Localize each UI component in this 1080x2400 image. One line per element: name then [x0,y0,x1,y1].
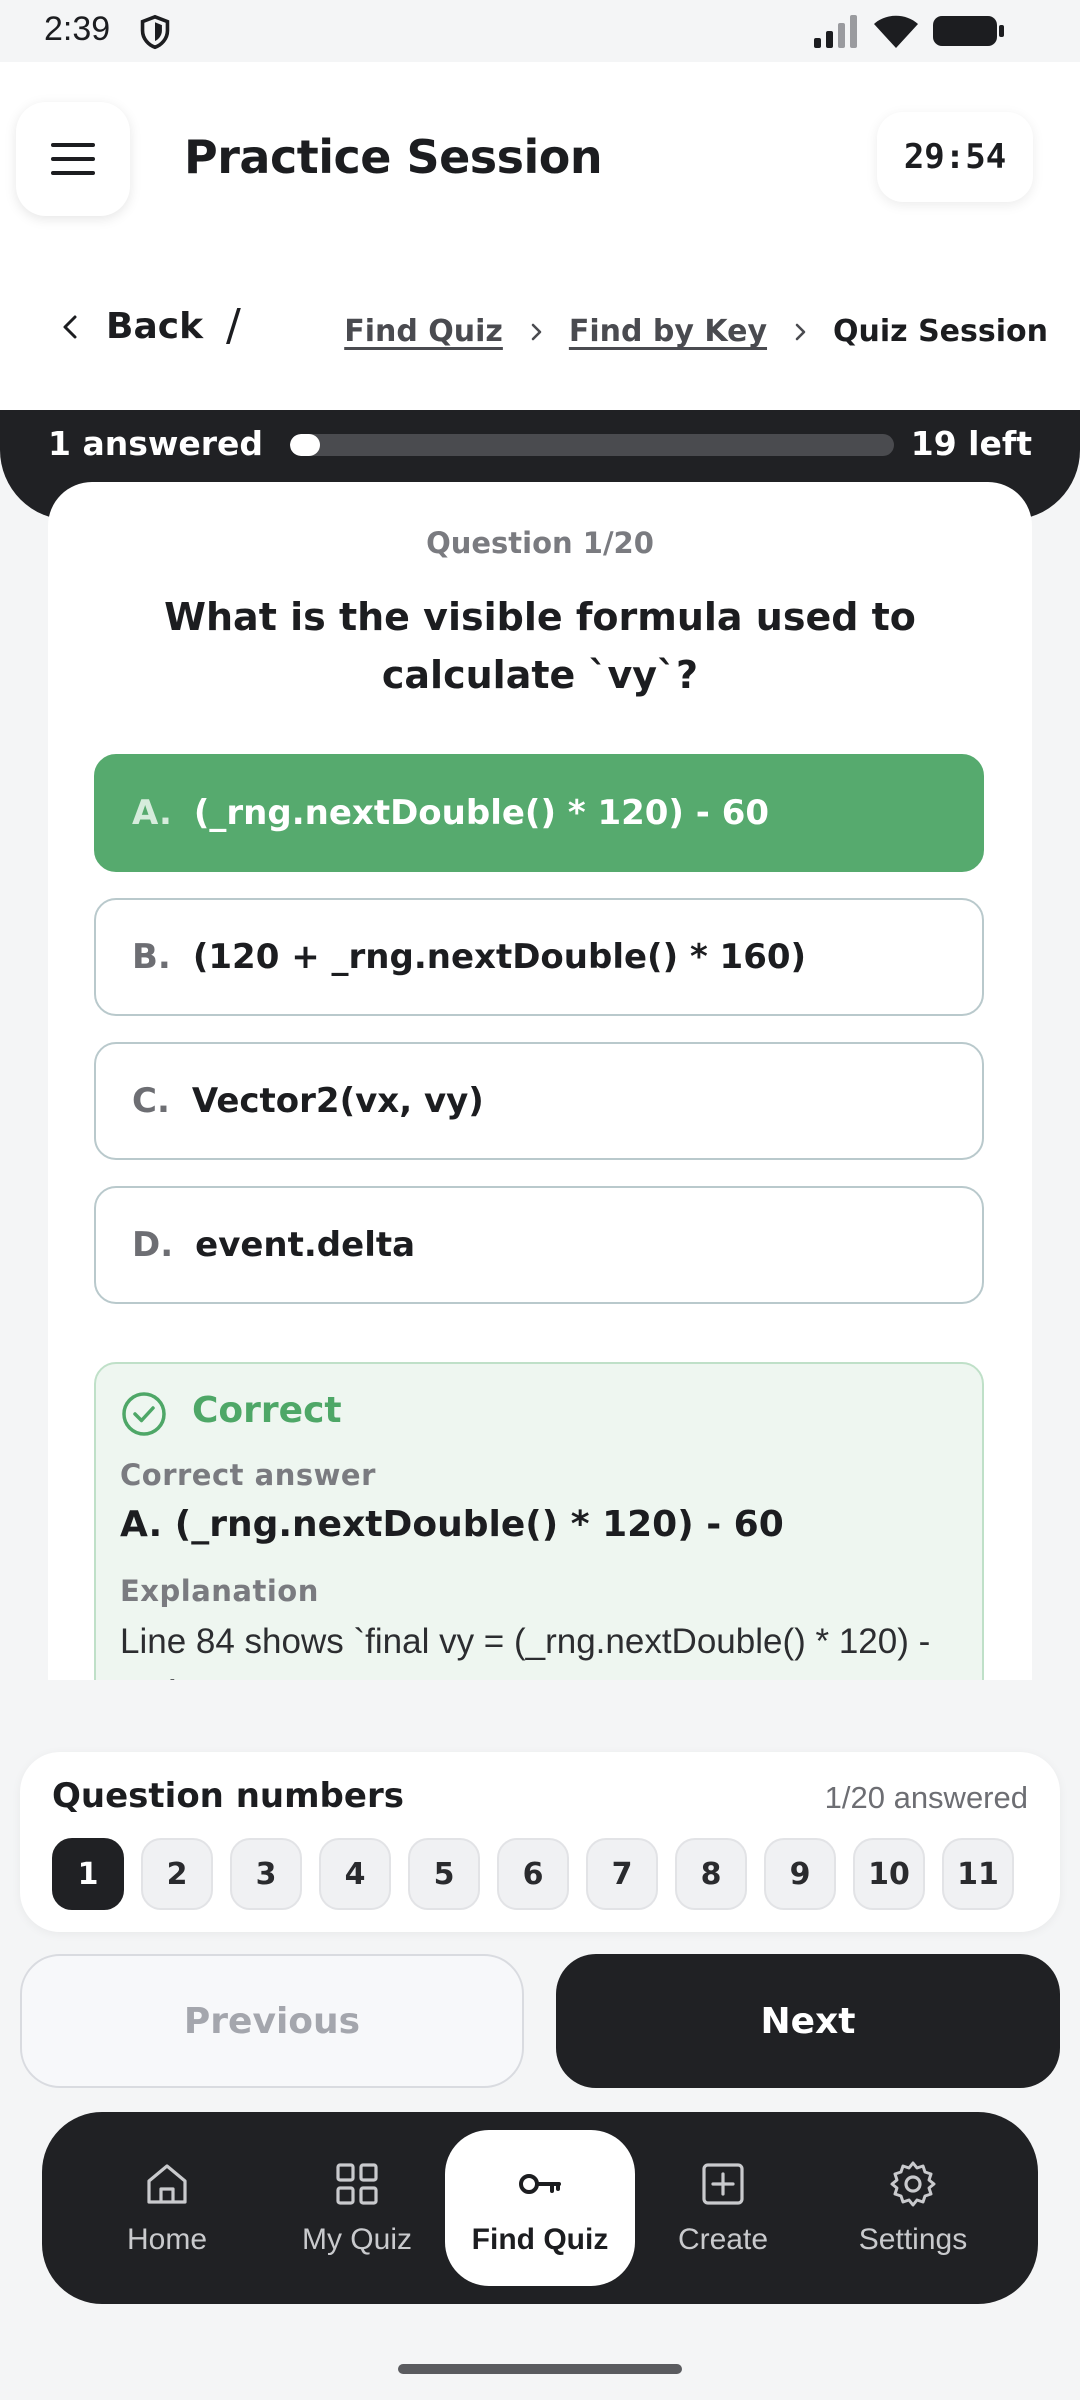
question-text: What is the visible formula used to calc… [164,595,916,697]
chevron-left-icon [63,315,77,338]
question-numbers-panel: Question numbers 1/20 answered 123456789… [20,1752,1060,1932]
nav-label: Settings [858,2223,968,2256]
progress-bar-fill [290,434,321,456]
answered-progress-label: 1/20 answered [824,1780,1028,1815]
hamburger-icon [51,143,95,175]
answer-feedback: Correct Correct answer A. (_rng.nextDoub… [94,1362,984,1680]
breadcrumb-find-by-key[interactable]: Find by Key [569,314,767,349]
chevron-right-icon [531,323,542,340]
correct-answer-text: A. (_rng.nextDouble() * 120) - 60 [120,1504,784,1545]
option-letter: C. [132,1081,170,1121]
nav-home[interactable]: Home [72,2130,262,2286]
grid-icon [336,2163,378,2205]
cell-signal-icon [814,15,857,48]
home-indicator[interactable] [398,2364,682,2374]
question-number-5[interactable]: 5 [408,1838,480,1910]
nav-label: Find Quiz [471,2223,609,2256]
option-letter: A. [132,793,172,833]
question-card: Question 1/20 What is the visible formul… [48,482,1032,1680]
nav-label: My Quiz [301,2223,412,2256]
breadcrumb-find-quiz[interactable]: Find Quiz [344,314,503,349]
question-number-list: 1 2 3 4 5 6 7 8 9 10 11 [52,1838,1014,1910]
nav-label: Home [126,2223,208,2256]
nav-settings[interactable]: Settings [818,2130,1008,2286]
question-number-9[interactable]: 9 [764,1838,836,1910]
option-text: (_rng.nextDouble() * 120) - 60 [193,793,770,833]
option-text: Vector2(vx, vy) [191,1081,484,1121]
check-circle-icon [122,1392,166,1436]
status-bar: 2:39 [0,0,1080,62]
nav-find-quiz[interactable]: Find Quiz [445,2130,635,2286]
question-number-2[interactable]: 2 [141,1838,213,1910]
question-number-4[interactable]: 4 [319,1838,391,1910]
option-c[interactable]: C. Vector2(vx, vy) [94,1042,984,1160]
question-number-11[interactable]: 11 [942,1838,1014,1910]
session-timer: 29:54 [877,112,1033,202]
explanation-text: Line 84 shows `final vy = (_rng.nextDoub… [120,1622,931,1680]
gear-icon [890,2161,936,2207]
option-b[interactable]: B. (120 + _rng.nextDouble() * 160) [94,898,984,1016]
explanation-label: Explanation [120,1574,319,1608]
option-d[interactable]: D. event.delta [94,1186,984,1304]
nav-my-quiz[interactable]: My Quiz [262,2130,452,2286]
option-letter: B. [132,937,171,977]
key-icon [519,2174,561,2194]
page-title: Practice Session [184,130,603,184]
progress-bar [290,434,894,456]
answered-count: 1 answered [48,424,263,463]
app-header: Practice Session 29:54 Back / Find Quiz … [0,62,1080,412]
status-time: 2:39 [44,10,111,48]
option-letter: D. [132,1225,174,1265]
plus-square-icon [702,2163,744,2205]
chevron-right-icon [795,323,806,340]
question-numbers-title: Question numbers [52,1776,404,1816]
option-a[interactable]: A. (_rng.nextDouble() * 120) - 60 [94,754,984,872]
question-number-10[interactable]: 10 [853,1838,925,1910]
battery-icon [933,16,1004,46]
question-number-8[interactable]: 8 [675,1838,747,1910]
feedback-status: Correct [192,1390,342,1431]
shield-icon [140,14,170,50]
back-button[interactable]: Back [56,306,203,347]
home-icon [147,2164,187,2204]
previous-button[interactable]: Previous [20,1954,524,2088]
option-text: event.delta [195,1225,416,1265]
correct-answer-label: Correct answer [120,1458,376,1492]
question-number-7[interactable]: 7 [586,1838,658,1910]
breadcrumb: Find Quiz Find by Key Quiz Session [344,314,1048,349]
question-number-1[interactable]: 1 [52,1838,124,1910]
breadcrumb-quiz-session: Quiz Session [833,314,1048,349]
bottom-navigation: Home My Quiz Find Quiz Create Settings [42,2112,1038,2304]
next-button[interactable]: Next [556,1954,1060,2088]
remaining-count: 19 left [910,424,1032,463]
breadcrumb-divider: / [226,300,241,351]
question-number: Question 1/20 [426,526,654,560]
question-number-3[interactable]: 3 [230,1838,302,1910]
wifi-icon [874,15,918,48]
menu-button[interactable] [16,102,130,216]
nav-create[interactable]: Create [628,2130,818,2286]
nav-label: Create [677,2223,769,2256]
question-number-6[interactable]: 6 [497,1838,569,1910]
option-text: (120 + _rng.nextDouble() * 160) [192,937,807,977]
back-label: Back [106,306,204,347]
